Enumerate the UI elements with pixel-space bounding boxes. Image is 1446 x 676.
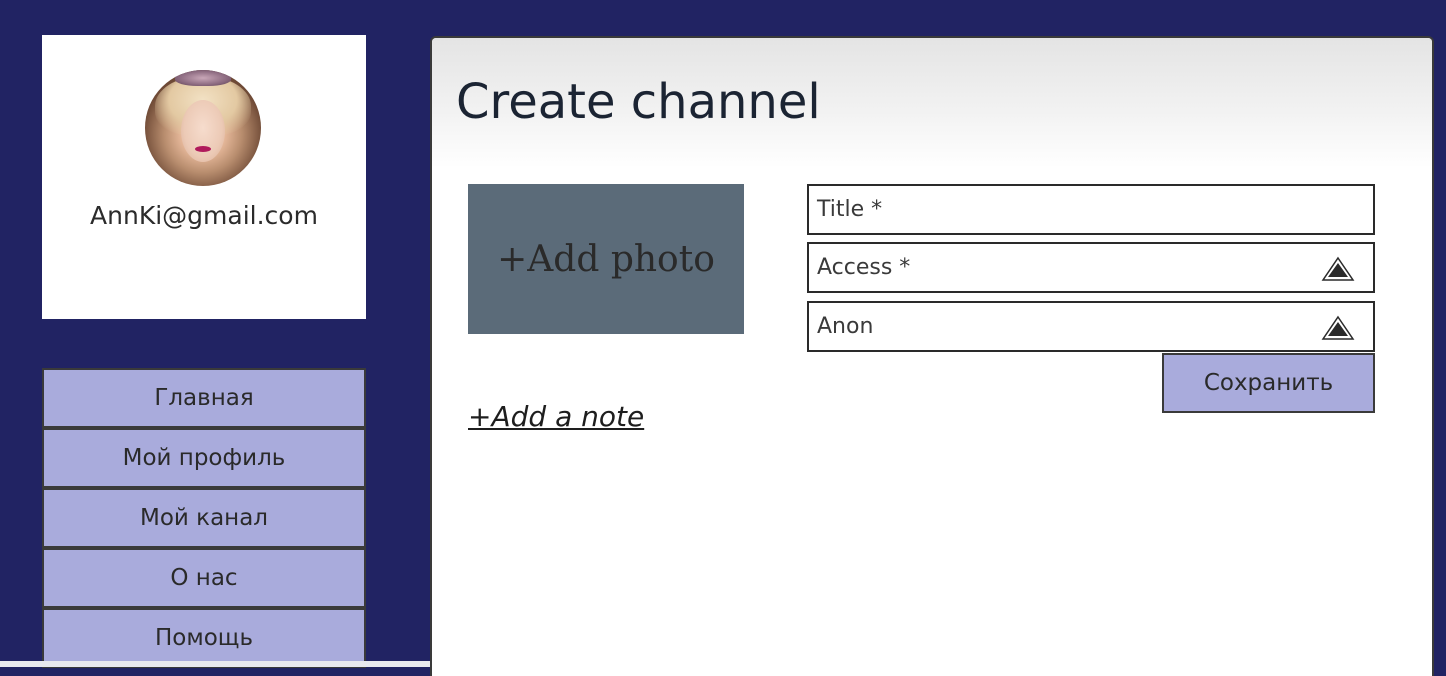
anon-select-value: Anon xyxy=(817,314,874,339)
title-field-placeholder: Title * xyxy=(817,197,883,222)
page-title: Create channel xyxy=(456,74,821,130)
avatar-face xyxy=(181,100,225,162)
nav-item-help[interactable]: Помощь xyxy=(42,608,366,668)
save-button[interactable]: Сохранить xyxy=(1162,353,1375,413)
nav-item-about[interactable]: О нас xyxy=(42,548,366,608)
title-field[interactable]: Title * xyxy=(807,184,1375,235)
bottom-strip xyxy=(0,661,430,667)
main-panel: Create channel +Add photo Title * Access… xyxy=(430,36,1434,676)
nav-item-home[interactable]: Главная xyxy=(42,368,366,428)
avatar-bow xyxy=(175,70,231,86)
anon-select[interactable]: Anon xyxy=(807,301,1375,352)
sidebar-nav: Главная Мой профиль Мой канал О нас Помо… xyxy=(42,368,366,668)
triangle-up-icon[interactable] xyxy=(1321,256,1355,282)
nav-item-my-channel[interactable]: Мой канал xyxy=(42,488,366,548)
access-select[interactable]: Access * xyxy=(807,242,1375,293)
profile-card: AnnKi@gmail.com xyxy=(42,35,366,319)
add-photo-button[interactable]: +Add photo xyxy=(468,184,744,334)
profile-email: AnnKi@gmail.com xyxy=(90,201,318,230)
avatar-lips xyxy=(195,146,211,152)
access-select-placeholder: Access * xyxy=(817,255,911,280)
triangle-up-icon[interactable] xyxy=(1321,315,1355,341)
avatar[interactable] xyxy=(145,70,261,186)
add-photo-label: +Add photo xyxy=(497,238,715,280)
nav-item-my-profile[interactable]: Мой профиль xyxy=(42,428,366,488)
add-note-link[interactable]: +Add a note xyxy=(468,400,644,433)
